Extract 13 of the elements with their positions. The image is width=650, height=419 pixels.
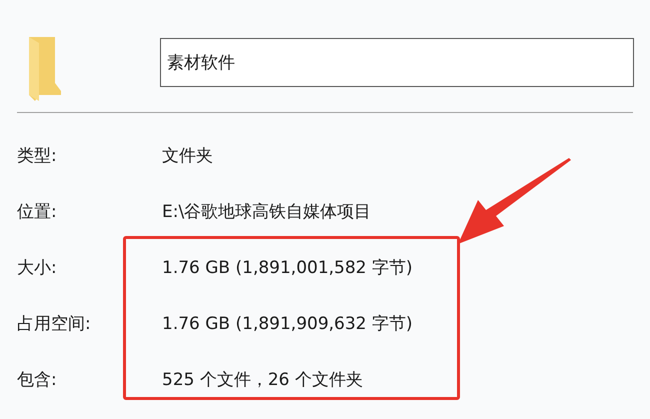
property-label: 包含: bbox=[17, 369, 58, 392]
property-label: 占用空间: bbox=[17, 313, 92, 336]
arrow-icon bbox=[458, 158, 573, 246]
folder-icon bbox=[27, 35, 63, 101]
property-value: 1.76 GB (1,891,001,582 字节) bbox=[162, 257, 413, 280]
property-label: 类型: bbox=[17, 145, 58, 168]
property-label: 大小: bbox=[17, 257, 58, 280]
name-field[interactable]: 素材软件 bbox=[160, 38, 634, 87]
property-value: 文件夹 bbox=[162, 145, 213, 168]
property-value: 525 个文件，26 个文件夹 bbox=[162, 369, 363, 392]
property-value: E:\谷歌地球高铁自媒体项目 bbox=[162, 201, 372, 224]
property-label: 位置: bbox=[17, 201, 58, 224]
property-value: 1.76 GB (1,891,909,632 字节) bbox=[162, 313, 413, 336]
